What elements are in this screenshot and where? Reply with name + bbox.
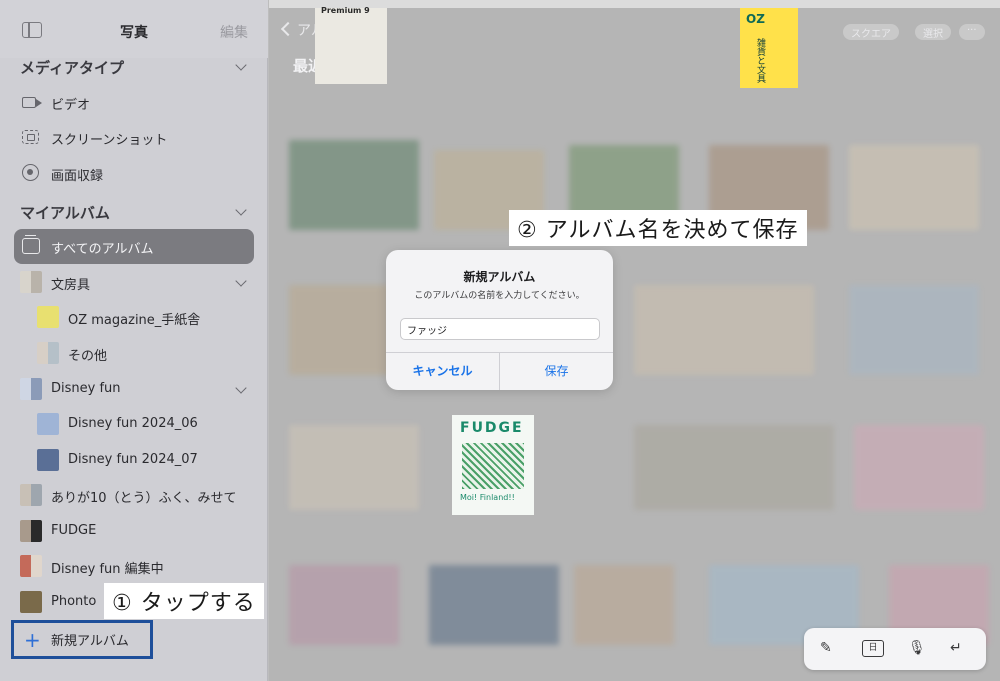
modal-dim-overlay	[269, 0, 1000, 681]
screenshot-icon	[22, 130, 39, 144]
fudge-title: FUDGE	[460, 420, 524, 436]
sidebar-item-fudge[interactable]: FUDGE	[0, 514, 268, 548]
sidebar-item-label: 画面収録	[51, 169, 104, 184]
section-media-types[interactable]: メディアタイプ	[20, 57, 124, 78]
microphone-icon[interactable]: 🎙	[908, 640, 926, 656]
square-toggle-button[interactable]: スクエア	[843, 24, 899, 40]
chevron-down-icon[interactable]	[235, 59, 247, 71]
new-album-label: 新規アルバム	[51, 634, 129, 649]
album-thumbnail	[20, 271, 42, 293]
video-icon	[22, 97, 42, 108]
dialog-message: このアルバムの名前を入力してください。	[414, 291, 585, 301]
oz-title: OZ	[746, 12, 765, 26]
sidebar-item-oz-magazine[interactable]: OZ magazine_手紙舎	[0, 300, 268, 334]
new-album-dialog: 新規アルバム このアルバムの名前を入力してください。 キャンセル 保存	[386, 250, 613, 390]
sidebar-item-other[interactable]: その他	[0, 336, 268, 370]
sidebar-item-screenshots[interactable]: スクリーンショット	[0, 120, 268, 154]
edit-button[interactable]: 編集	[220, 22, 248, 42]
sidebar-item-label: Disney fun	[51, 381, 121, 396]
fudge-magazine-thumbnail[interactable]: FUDGE Moi! Finland!!	[452, 415, 534, 515]
cancel-button[interactable]: キャンセル	[386, 352, 499, 390]
sidebar-item-label: Disney fun 2024_07	[68, 452, 198, 467]
album-thumbnail	[20, 591, 42, 613]
date-button[interactable]: 日	[862, 640, 884, 657]
fudge-subtitle: Moi! Finland!!	[460, 493, 515, 502]
sidebar-item-label: OZ magazine_手紙舎	[68, 313, 201, 328]
sidebar-item-label: Disney fun 2024_06	[68, 416, 198, 431]
album-thumbnail	[20, 555, 42, 577]
album-name-input[interactable]	[400, 318, 600, 340]
chevron-down-icon[interactable]	[235, 204, 247, 216]
sidebar: 写真 編集 メディアタイプ ビデオ スクリーンショット 画面収録 マイアルバム …	[0, 0, 268, 681]
sidebar-item-label: スクリーンショット	[51, 133, 168, 148]
new-album-button[interactable]: 新規アルバム	[0, 621, 268, 655]
premium-magazine-thumbnail[interactable]: Premium 9	[315, 6, 387, 84]
photo-grid-area: アルバム 最近の項目 スクエア 選択 ···	[269, 0, 1000, 681]
section-my-albums[interactable]: マイアルバム	[20, 202, 110, 223]
handwriting-icon[interactable]: ✎	[820, 640, 832, 656]
album-thumbnail	[37, 449, 59, 471]
sidebar-item-disney-fun-2024-06[interactable]: Disney fun 2024_06	[0, 407, 268, 441]
sidebar-item-label: すべてのアルバム	[51, 242, 154, 257]
sidebar-item-label: ビデオ	[51, 98, 91, 113]
sidebar-header: 写真 編集	[0, 0, 268, 58]
save-button[interactable]: 保存	[500, 352, 613, 390]
screen-record-icon	[22, 164, 39, 181]
sidebar-item-video[interactable]: ビデオ	[0, 85, 268, 119]
album-thumbnail	[20, 484, 42, 506]
sidebar-item-stationery[interactable]: 文房具	[0, 265, 268, 299]
sidebar-item-label: ありが10（とう）ふく、みせて	[51, 491, 237, 506]
premium-title: Premium 9	[321, 6, 370, 15]
sidebar-item-all-albums[interactable]: すべてのアルバム	[0, 229, 268, 263]
oz-magazine-thumbnail[interactable]: OZ 雑貨と文具	[740, 8, 798, 88]
album-thumbnail	[37, 342, 59, 364]
oz-subtitle: 雑貨と文具	[755, 38, 765, 83]
sidebar-item-arigato[interactable]: ありが10（とう）ふく、みせて	[0, 478, 268, 512]
sidebar-item-label: その他	[68, 349, 108, 364]
sidebar-item-label: 文房具	[51, 278, 91, 293]
sidebar-item-screen-recordings[interactable]: 画面収録	[0, 156, 268, 190]
select-button[interactable]: 選択	[915, 24, 951, 40]
album-thumbnail	[37, 306, 59, 328]
return-icon[interactable]: ↵	[950, 640, 962, 656]
dialog-title: 新規アルバム	[463, 270, 536, 284]
sidebar-item-label: FUDGE	[51, 523, 97, 538]
sidebar-item-disney-fun-editing[interactable]: Disney fun 編集中	[0, 549, 268, 583]
album-thumbnail	[20, 378, 42, 400]
album-thumbnail	[20, 520, 42, 542]
more-options-icon[interactable]: ···	[959, 24, 985, 40]
album-thumbnail	[37, 413, 59, 435]
fudge-cover-art	[462, 443, 524, 489]
step2-callout: ② アルバム名を決めて保存	[509, 210, 807, 246]
sidebar-item-disney-fun[interactable]: Disney fun	[0, 372, 268, 406]
sidebar-item-disney-fun-2024-07[interactable]: Disney fun 2024_07	[0, 443, 268, 477]
keyboard-toolbar: ✎ 日 🎙 ↵	[804, 628, 986, 670]
step1-callout: ① タップする	[104, 583, 264, 619]
sidebar-item-label: Phonto	[51, 594, 97, 609]
sidebar-item-label: Disney fun 編集中	[51, 562, 164, 577]
